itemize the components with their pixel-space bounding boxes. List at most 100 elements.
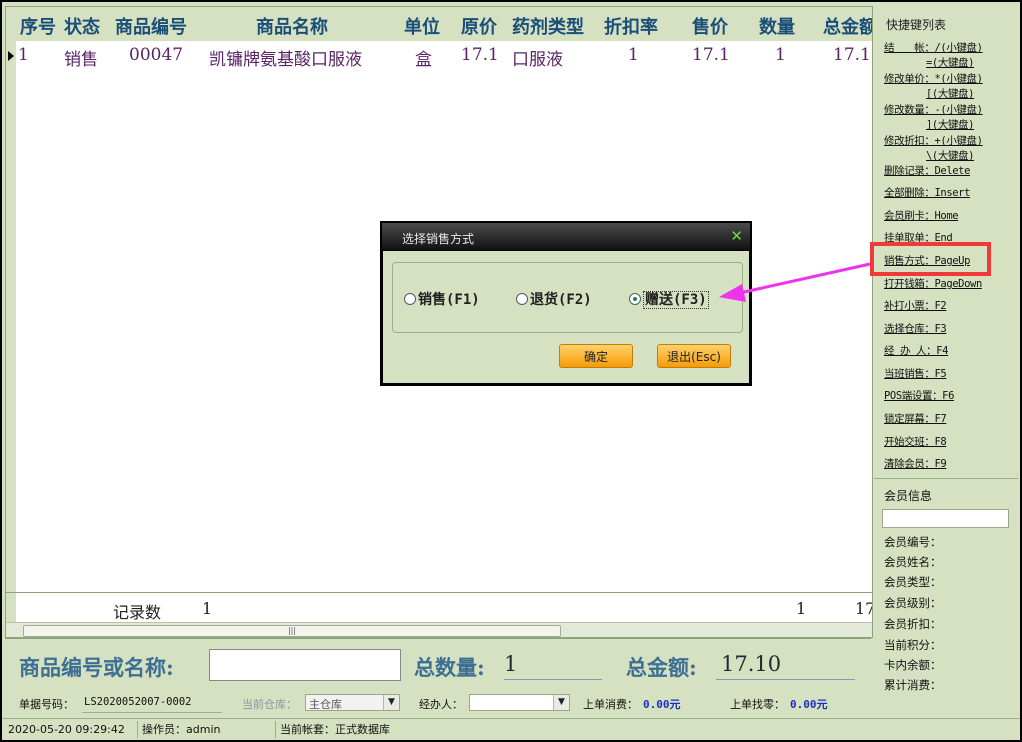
card-balance-label: 卡内余额： xyxy=(884,658,942,672)
col-unit[interactable]: 单位 xyxy=(404,13,440,39)
col-status[interactable]: 状态 xyxy=(64,13,100,39)
cell-code: 00047 xyxy=(129,45,184,65)
member-level-label: 会员级别： xyxy=(884,596,942,610)
shortcut-edit-qty[interactable]: 修改数量：-(小键盘) xyxy=(884,102,983,117)
horizontal-scrollbar[interactable]: ||| xyxy=(6,622,872,637)
warehouse-value: 主仓库 xyxy=(309,698,342,711)
shortcut-lock-screen[interactable]: 锁定屏幕：F7 xyxy=(884,411,947,426)
summary-indicator xyxy=(6,593,16,623)
member-id-label: 会员编号： xyxy=(884,535,942,549)
row-indicator xyxy=(6,41,16,593)
cell-unit: 盒 xyxy=(415,50,432,70)
col-discount[interactable]: 折扣率 xyxy=(604,13,658,39)
qty-underline xyxy=(504,679,602,680)
col-price[interactable]: 售价 xyxy=(692,13,728,39)
shortcut-edit-qty-alt[interactable]: ](大键盘) xyxy=(926,117,974,132)
dialog-title: 选择销售方式 xyxy=(402,232,475,246)
shortcut-delete-record[interactable]: 删除记录：Delete xyxy=(884,163,970,178)
shortcut-handler[interactable]: 经 办 人：F4 xyxy=(884,343,948,358)
total-qty-label: 总数量: xyxy=(414,655,485,680)
chevron-down-icon[interactable]: ▼ xyxy=(553,695,569,710)
pos-window: 序号 状态 商品编号 商品名称 单位 原价 药剂类型 折扣率 售价 数量 总金额… xyxy=(2,2,1020,740)
shortcut-clear-member[interactable]: 清除会员：F9 xyxy=(884,456,947,471)
shortcut-list-title: 快捷键列表 xyxy=(886,18,947,32)
total-amount-value: 17.10 xyxy=(721,652,782,676)
record-count-label: 记录数 xyxy=(113,603,162,622)
handler-select[interactable]: ▼ xyxy=(469,694,570,711)
shortcut-edit-price[interactable]: 修改单价：*(小键盘) xyxy=(884,71,983,86)
radio-gift[interactable]: 赠送(F3) xyxy=(629,289,709,309)
shortcut-edit-discount-alt[interactable]: \(大键盘) xyxy=(926,148,974,163)
panel-divider xyxy=(874,478,1018,479)
status-bar: 2020-05-20 09:29:42 操作员：admin 当前帐套：正式数据库 xyxy=(2,718,1020,740)
shortcut-checkout-alt[interactable]: =(大键盘) xyxy=(926,55,974,70)
cell-discount: 1 xyxy=(628,45,639,65)
order-number-label: 单据号码： xyxy=(19,698,74,711)
ok-button[interactable]: 确定 xyxy=(559,344,633,368)
shortcut-open-cash-drawer[interactable]: 打开钱箱：PageDown xyxy=(884,276,982,291)
cell-qty: 1 xyxy=(775,45,786,65)
grid-summary-row: 记录数 1 1 17 xyxy=(6,592,872,623)
close-icon[interactable]: ✕ xyxy=(730,227,743,245)
shortcut-edit-discount[interactable]: 修改折扣：+(小键盘) xyxy=(884,133,983,148)
last-spend-value: 0.00元 xyxy=(643,698,681,711)
shortcut-reprint-receipt[interactable]: 补打小票：F2 xyxy=(884,298,947,313)
dialog-titlebar[interactable]: 选择销售方式 ✕ xyxy=(382,223,750,250)
bottom-divider xyxy=(5,638,871,639)
order-underline xyxy=(82,712,222,713)
order-number-value: LS2020052007-0002 xyxy=(84,696,192,708)
member-discount-label: 会员折扣： xyxy=(884,617,942,631)
col-qty[interactable]: 数量 xyxy=(759,13,795,39)
record-count-value: 1 xyxy=(202,599,213,618)
col-name[interactable]: 商品名称 xyxy=(256,13,328,39)
radio-icon xyxy=(516,293,528,305)
col-type[interactable]: 药剂类型 xyxy=(512,13,584,39)
sale-mode-dialog: 选择销售方式 ✕ 销售(F1) 退货(F2) 赠送(F3) 确定 退出(Esc) xyxy=(380,221,752,386)
shortcut-select-warehouse[interactable]: 选择仓库：F3 xyxy=(884,321,947,336)
cell-orig-price: 17.1 xyxy=(461,45,499,65)
member-search-input[interactable] xyxy=(882,509,1009,528)
shortcut-edit-price-alt[interactable]: [(大键盘) xyxy=(926,86,974,101)
grid-header: 序号 状态 商品编号 商品名称 单位 原价 药剂类型 折扣率 售价 数量 总金额 xyxy=(6,7,872,41)
col-orig-price[interactable]: 原价 xyxy=(461,13,497,39)
radio-gift-label: 赠送(F3) xyxy=(643,291,709,309)
radio-sale-label: 销售(F1) xyxy=(418,292,480,308)
product-code-input[interactable] xyxy=(209,649,401,681)
shortcut-shift-handover[interactable]: 开始交班：F8 xyxy=(884,434,947,449)
last-spend-label: 上单消费： xyxy=(583,698,638,711)
total-spend-label: 累计消费： xyxy=(884,678,942,692)
total-qty-value: 1 xyxy=(504,652,518,676)
cell-name: 凯镛牌氨基酸口服液 xyxy=(209,50,362,70)
cell-price: 17.1 xyxy=(692,45,730,65)
shortcut-checkout[interactable]: 结 帐：/(小键盘) xyxy=(884,40,983,55)
current-row-arrow-icon xyxy=(8,51,14,61)
warehouse-select[interactable]: 主仓库 ▼ xyxy=(305,694,400,711)
product-code-label: 商品编号或名称: xyxy=(19,655,174,680)
sale-mode-group: 销售(F1) 退货(F2) 赠送(F3) xyxy=(392,262,743,333)
member-points-label: 当前积分： xyxy=(884,638,942,652)
warehouse-label: 当前仓库： xyxy=(242,698,297,711)
cell-status: 销售 xyxy=(64,50,98,70)
last-change-value: 0.00元 xyxy=(790,698,828,711)
dialog-body: 销售(F1) 退货(F2) 赠送(F3) 确定 退出(Esc) xyxy=(383,251,749,383)
shortcut-shift-sales[interactable]: 当班销售：F5 xyxy=(884,366,947,381)
last-change-label: 上单找零： xyxy=(730,698,785,711)
col-total[interactable]: 总金额 xyxy=(823,13,872,39)
cell-type: 口服液 xyxy=(512,50,563,70)
exit-button[interactable]: 退出(Esc) xyxy=(657,344,731,368)
shortcut-pos-settings[interactable]: POS端设置：F6 xyxy=(884,388,954,403)
shortcut-member-card[interactable]: 会员刷卡：Home xyxy=(884,208,959,223)
scrollbar-thumb[interactable]: ||| xyxy=(23,625,561,637)
shortcut-panel: 快捷键列表 结 帐：/(小键盘) =(大键盘) 修改单价：*(小键盘) [(大键… xyxy=(874,6,1018,726)
shortcut-delete-all[interactable]: 全部删除：Insert xyxy=(884,185,970,200)
radio-sale[interactable]: 销售(F1) xyxy=(404,289,480,309)
radio-return[interactable]: 退货(F2) xyxy=(516,289,592,309)
radio-return-label: 退货(F2) xyxy=(530,292,592,308)
chevron-down-icon[interactable]: ▼ xyxy=(383,695,399,710)
col-code[interactable]: 商品编号 xyxy=(115,13,187,39)
col-seq[interactable]: 序号 xyxy=(20,13,56,39)
amount-underline xyxy=(716,679,855,680)
status-operator: 操作员：admin xyxy=(138,721,276,738)
total-sum: 17 xyxy=(855,599,872,618)
member-info-title: 会员信息 xyxy=(884,489,933,503)
